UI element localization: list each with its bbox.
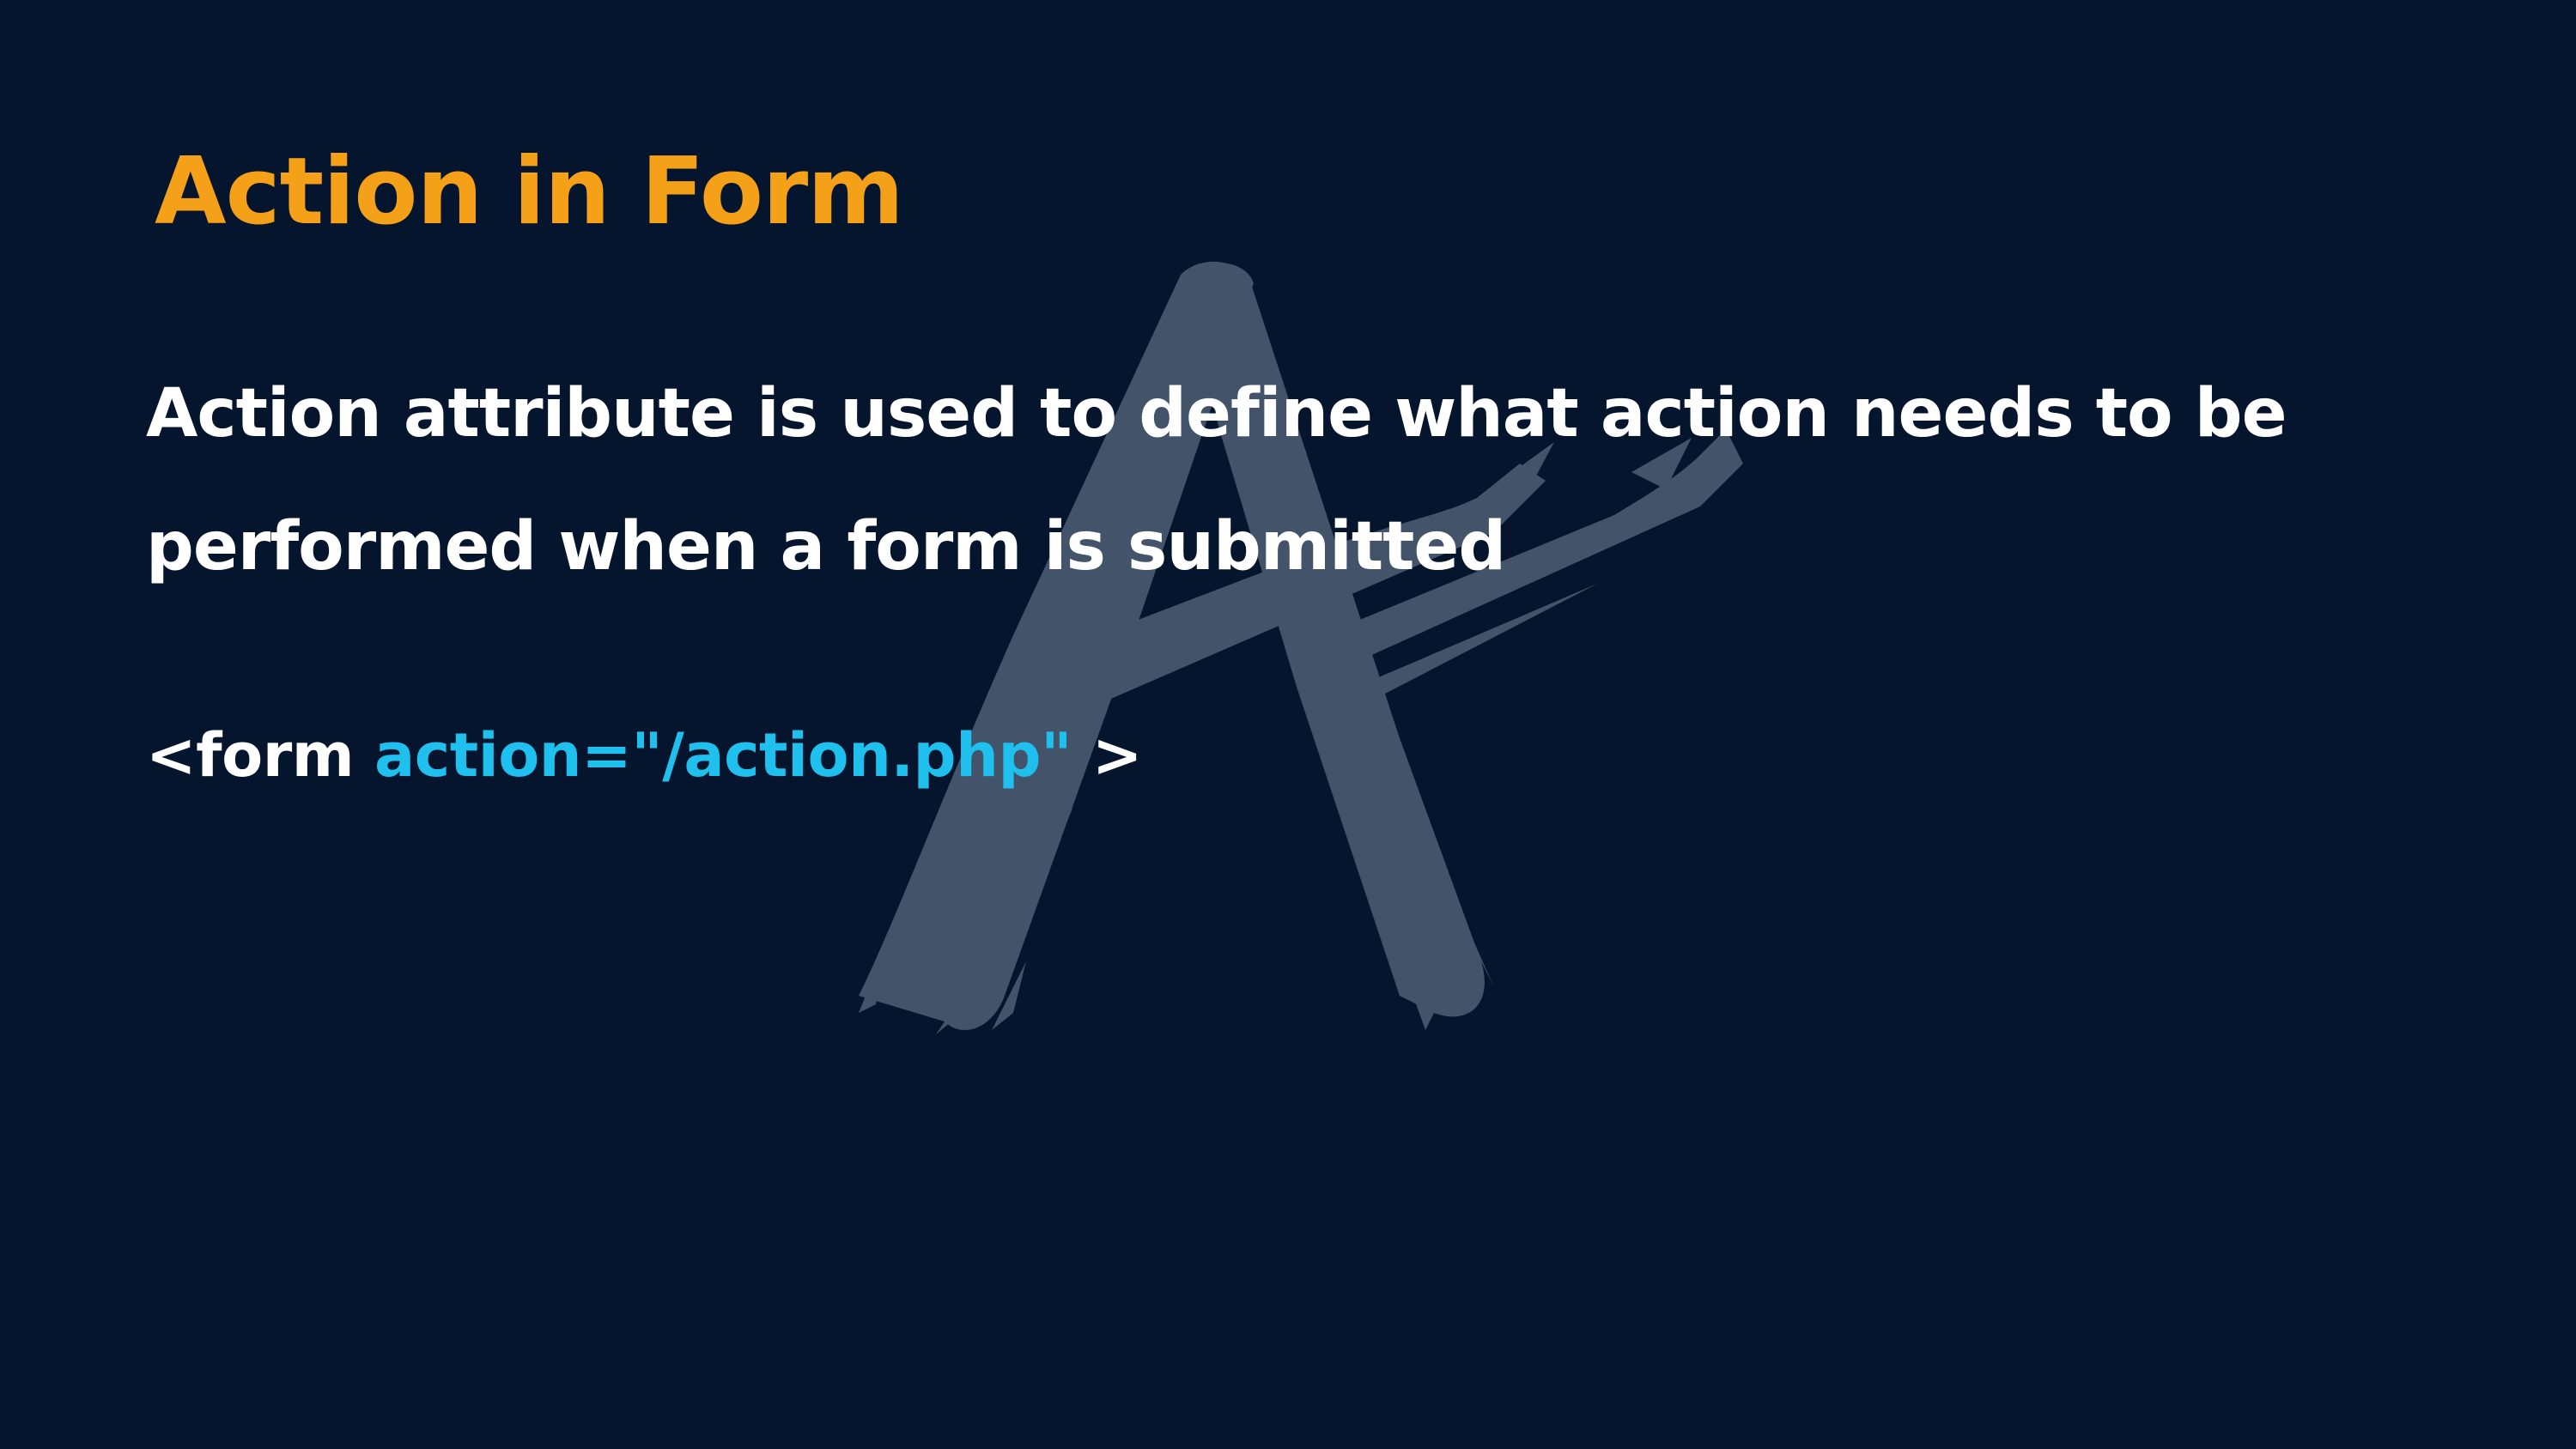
code-attribute: action="/action.php" [374, 720, 1072, 791]
slide-title: Action in Form [155, 138, 904, 246]
slide-description: Action attribute is used to define what … [146, 375, 2287, 585]
code-open-tag: <form [146, 720, 375, 791]
code-close-tag: > [1072, 720, 1143, 791]
code-example: <form action="/action.php" > [146, 725, 1143, 785]
slide: Action in Form Action attribute is used … [0, 0, 2576, 1449]
